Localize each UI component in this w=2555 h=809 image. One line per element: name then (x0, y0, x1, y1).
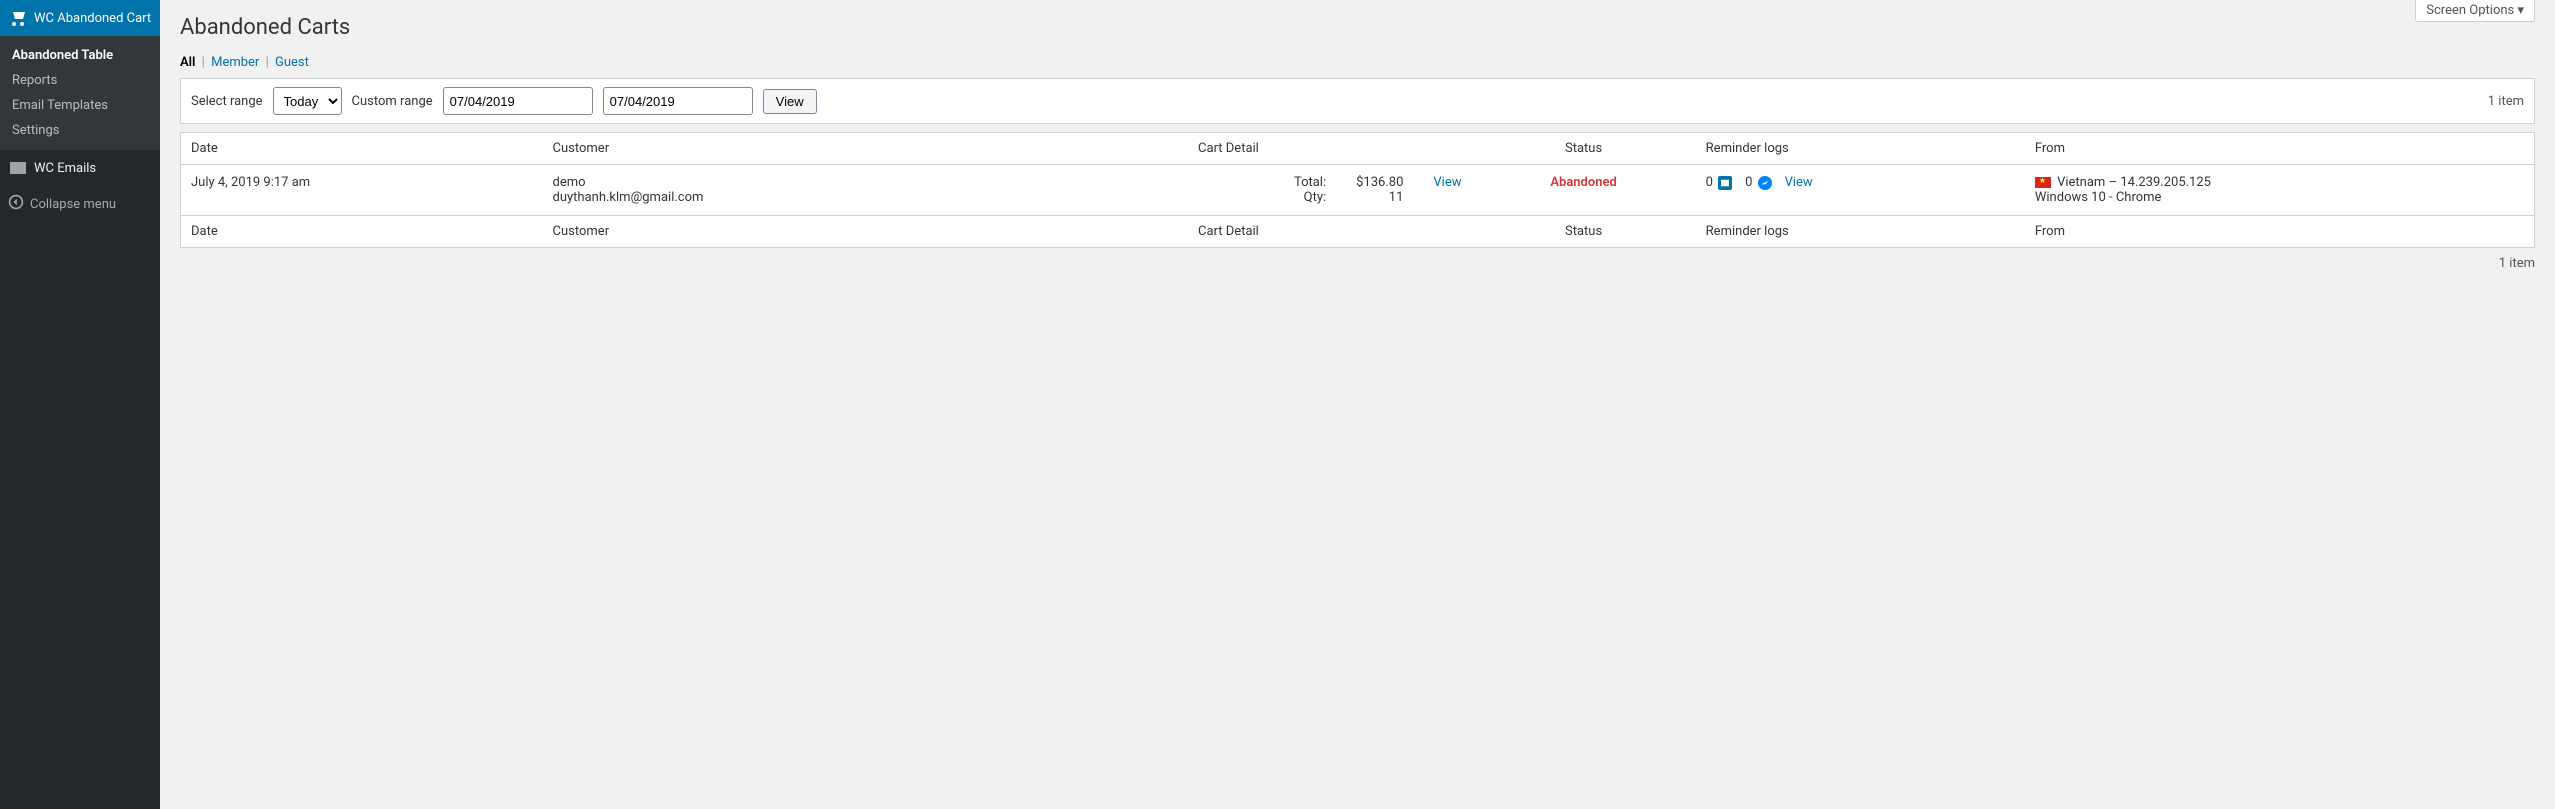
screen-options-button[interactable]: Screen Options ▾ (2415, 0, 2535, 22)
flag-icon (2035, 177, 2051, 188)
table-row: July 4, 2019 9:17 am demo duythanh.klm@g… (181, 165, 2535, 216)
chat-count: 0 (1745, 175, 1752, 190)
collapse-label: Collapse menu (30, 197, 116, 212)
from-ip: 14.239.205.125 (2120, 175, 2211, 190)
abandoned-carts-table: Date Customer Cart Detail Status Reminde… (180, 132, 2535, 248)
customer-name: demo (553, 175, 976, 190)
total-label: Total: (1294, 175, 1326, 190)
tf-from: From (2025, 216, 2535, 248)
page-title: Abandoned Carts (180, 15, 2535, 40)
filter-guest[interactable]: Guest (275, 55, 309, 70)
status-badge: Abandoned (1550, 175, 1617, 190)
tf-date: Date (181, 216, 543, 248)
th-reminder-logs[interactable]: Reminder logs (1696, 133, 2025, 165)
item-count: 1 item (2488, 94, 2524, 109)
filter-links: All | Member | Guest (180, 55, 2535, 70)
footer-item-count: 1 item (180, 256, 2535, 271)
mail-icon (1718, 176, 1732, 190)
select-range-label: Select range (191, 94, 263, 109)
th-cart-detail[interactable]: Cart Detail (985, 133, 1471, 165)
sidebar-item-wc-emails[interactable]: WC Emails (0, 150, 160, 186)
admin-sidebar: WC Abandoned Cart Abandoned Table Report… (0, 0, 160, 809)
filter-all[interactable]: All (180, 55, 195, 70)
view-button[interactable]: View (763, 89, 817, 114)
sidebar-submenu: Abandoned Table Reports Email Templates … (0, 36, 160, 150)
date-to-input[interactable] (603, 87, 753, 115)
tf-customer: Customer (543, 216, 986, 248)
th-status[interactable]: Status (1472, 133, 1696, 165)
th-date[interactable]: Date (181, 133, 543, 165)
customer-email: duythanh.klm@gmail.com (553, 190, 976, 205)
cell-date: July 4, 2019 9:17 am (181, 165, 543, 216)
sidebar-item-label: WC Emails (34, 161, 96, 176)
table-header-row: Date Customer Cart Detail Status Reminde… (181, 133, 2535, 165)
mail-icon (8, 158, 28, 178)
custom-range-label: Custom range (352, 94, 433, 109)
sidebar-sub-abandoned-table[interactable]: Abandoned Table (0, 43, 160, 68)
cell-cart-detail: Total: Qty: $136.80 11 View (985, 165, 1471, 216)
cell-status: Abandoned (1472, 165, 1696, 216)
date-from-input[interactable] (443, 87, 593, 115)
tf-cart-detail: Cart Detail (985, 216, 1471, 248)
separator: | (266, 55, 269, 70)
cart-detail-view-link[interactable]: View (1433, 175, 1461, 190)
cell-from: Vietnam – 14.239.205.125 Windows 10 - Ch… (2025, 165, 2535, 216)
collapse-menu[interactable]: Collapse menu (0, 186, 160, 222)
mail-count: 0 (1706, 175, 1713, 190)
select-range-dropdown[interactable]: Today (273, 87, 342, 115)
qty-value: 11 (1356, 190, 1403, 205)
sidebar-item-abandoned-cart[interactable]: WC Abandoned Cart (0, 0, 160, 36)
sidebar-sub-email-templates[interactable]: Email Templates (0, 93, 160, 118)
cart-icon (8, 8, 28, 28)
collapse-icon (8, 194, 24, 214)
table-footer-row: Date Customer Cart Detail Status Reminde… (181, 216, 2535, 248)
tf-status: Status (1472, 216, 1696, 248)
sidebar-sub-reports[interactable]: Reports (0, 68, 160, 93)
total-value: $136.80 (1356, 175, 1403, 190)
separator: | (202, 55, 205, 70)
cell-customer: demo duythanh.klm@gmail.com (543, 165, 986, 216)
from-country: Vietnam (2057, 175, 2105, 190)
filter-member[interactable]: Member (211, 55, 259, 70)
th-from[interactable]: From (2025, 133, 2535, 165)
sidebar-item-label: WC Abandoned Cart (34, 11, 151, 26)
tf-reminder-logs: Reminder logs (1696, 216, 2025, 248)
cell-reminder-logs: 0 0 View (1696, 165, 2025, 216)
reminder-view-link[interactable]: View (1785, 175, 1813, 190)
sidebar-sub-settings[interactable]: Settings (0, 118, 160, 143)
filter-toolbar: Select range Today Custom range View 1 i… (180, 78, 2535, 124)
main-content: Screen Options ▾ Abandoned Carts All | M… (160, 0, 2555, 809)
qty-label: Qty: (1294, 190, 1326, 205)
from-system: Windows 10 - Chrome (2035, 190, 2162, 205)
chat-icon (1758, 176, 1772, 190)
th-customer[interactable]: Customer (543, 133, 986, 165)
